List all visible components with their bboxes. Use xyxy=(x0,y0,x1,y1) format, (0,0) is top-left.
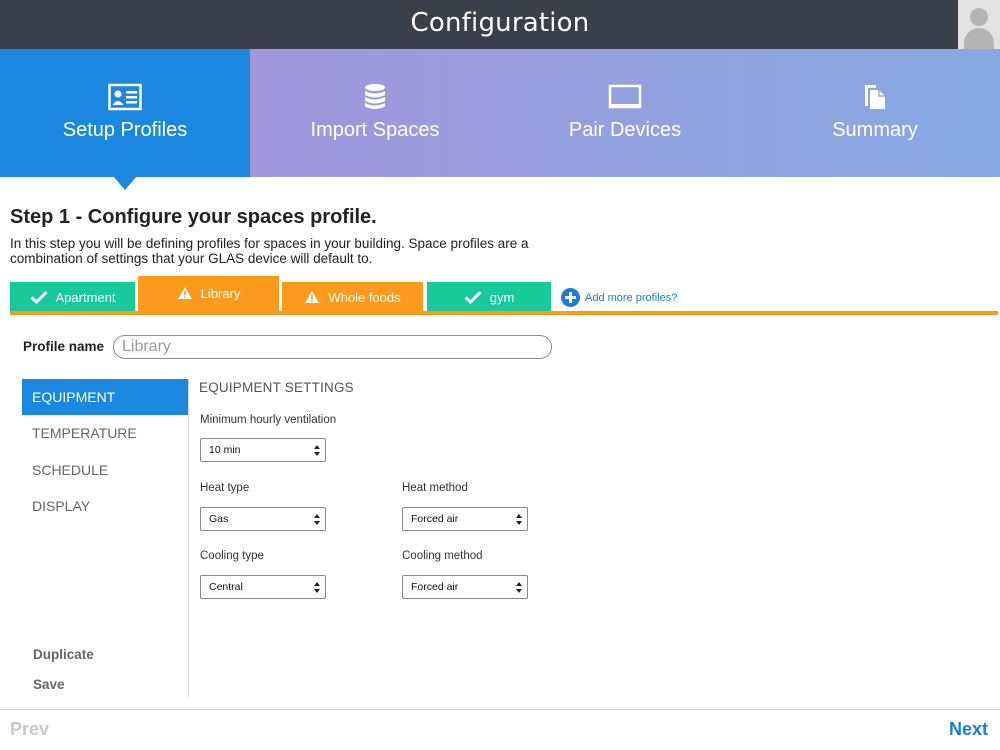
database-icon xyxy=(365,84,385,109)
user-avatar-icon[interactable] xyxy=(958,0,1000,49)
wizard-steps: Setup Profiles Import Spaces Pair Device… xyxy=(0,49,1000,177)
select-value: Forced air xyxy=(411,513,459,525)
settings-section-title: EQUIPMENT SETTINGS xyxy=(199,380,354,395)
step-summary[interactable]: Summary xyxy=(750,49,1000,177)
add-more-profiles-label: Add more profiles? xyxy=(585,291,678,304)
profile-tab-apartment[interactable]: Apartment xyxy=(10,282,135,312)
step-label: Summary xyxy=(832,119,918,141)
menu-item-label: TEMPERATURE xyxy=(32,425,137,441)
select-arrows-icon xyxy=(314,514,320,525)
step-label: Import Spaces xyxy=(310,119,440,141)
cooling-type-select[interactable]: Central xyxy=(200,575,326,599)
select-arrows-icon xyxy=(516,514,522,525)
menu-item-label: DISPLAY xyxy=(32,498,91,514)
select-arrows-icon xyxy=(516,582,522,593)
save-button[interactable]: Save xyxy=(33,677,65,692)
select-value: Central xyxy=(209,581,243,593)
footer-divider xyxy=(0,709,1000,710)
active-tab-underline xyxy=(10,311,998,315)
select-arrows-icon xyxy=(314,582,320,593)
next-button[interactable]: Next xyxy=(949,719,988,740)
checkmark-icon xyxy=(464,290,482,304)
step-import-spaces[interactable]: Import Spaces xyxy=(250,49,500,177)
select-value: Forced air xyxy=(411,581,459,593)
profile-tab-label: gym xyxy=(489,289,515,305)
heat-type-select[interactable]: Gas xyxy=(200,507,326,531)
duplicate-button[interactable]: Duplicate xyxy=(33,647,94,662)
monitor-icon xyxy=(608,84,642,109)
min-ventilation-label: Minimum hourly ventilation xyxy=(200,414,337,426)
heat-type-label: Heat type xyxy=(200,482,250,494)
menu-item-display[interactable]: DISPLAY xyxy=(22,488,189,524)
step-setup-profiles[interactable]: Setup Profiles xyxy=(0,49,250,177)
checkmark-icon xyxy=(29,290,48,304)
profile-tab-label: Apartment xyxy=(55,289,116,305)
prev-button[interactable]: Prev xyxy=(10,719,49,740)
title-bar: Configuration xyxy=(0,0,1000,49)
warning-icon xyxy=(177,287,192,299)
select-value: Gas xyxy=(209,513,229,525)
step-label: Setup Profiles xyxy=(62,119,188,141)
profile-tab-gym[interactable]: gym xyxy=(427,282,551,312)
menu-item-equipment[interactable]: EQUIPMENT xyxy=(22,379,189,415)
cooling-method-label: Cooling method xyxy=(402,550,483,562)
profile-tab-label: Library xyxy=(200,286,241,301)
menu-item-label: EQUIPMENT xyxy=(32,389,116,405)
menu-item-schedule[interactable]: SCHEDULE xyxy=(22,452,189,488)
cooling-type-label: Cooling type xyxy=(200,550,264,562)
menu-item-label: SCHEDULE xyxy=(32,462,109,478)
heat-method-label: Heat method xyxy=(402,482,468,494)
step-pair-devices[interactable]: Pair Devices xyxy=(500,49,750,177)
menu-divider xyxy=(188,379,189,697)
id-card-icon xyxy=(108,83,142,111)
cooling-method-select[interactable]: Forced air xyxy=(402,575,528,599)
add-more-profiles-link[interactable]: Add more profiles? xyxy=(561,288,677,307)
warning-icon xyxy=(305,291,320,303)
min-ventilation-select[interactable]: 10 min xyxy=(200,438,326,462)
plus-circle-icon xyxy=(561,288,580,307)
profile-tab-label: Whole foods xyxy=(328,289,401,305)
menu-item-temperature[interactable]: TEMPERATURE xyxy=(22,415,189,451)
step-heading: Step 1 - Configure your spaces profile. xyxy=(10,206,377,228)
step-label: Pair Devices xyxy=(568,119,682,141)
active-step-pointer xyxy=(113,176,137,190)
select-value: 10 min xyxy=(209,444,241,456)
profile-name-input[interactable] xyxy=(113,335,552,359)
step-description: In this step you will be defining profil… xyxy=(10,236,529,266)
heat-method-select[interactable]: Forced air xyxy=(402,507,528,531)
profile-name-label: Profile name xyxy=(23,339,105,354)
document-icon xyxy=(865,85,885,109)
select-arrows-icon xyxy=(314,445,320,456)
profile-tab-library[interactable]: Library xyxy=(138,276,279,313)
page-title: Configuration xyxy=(410,8,590,38)
profile-tab-whole-foods[interactable]: Whole foods xyxy=(282,282,423,312)
